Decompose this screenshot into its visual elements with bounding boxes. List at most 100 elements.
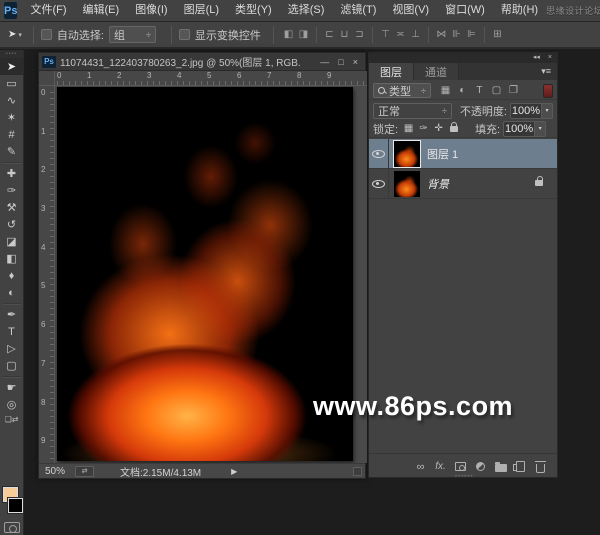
zoom-level-field[interactable]: 50%: [45, 466, 75, 477]
tool-gradient[interactable]: ◧: [0, 250, 23, 267]
layer-row[interactable]: 背景: [369, 169, 557, 199]
layer-thumbnail[interactable]: [394, 141, 420, 167]
tab-channels[interactable]: 通道: [414, 63, 459, 80]
menu-type[interactable]: 类型(Y): [227, 0, 280, 21]
tool-dodge[interactable]: ◐: [0, 284, 23, 301]
opacity-caret-icon[interactable]: ▾: [542, 103, 553, 119]
resize-grip[interactable]: [353, 467, 362, 476]
menu-help[interactable]: 帮助(H): [493, 0, 546, 21]
new-adjustment-layer-icon[interactable]: [472, 459, 489, 475]
tools-panel-grip[interactable]: ••••: [0, 50, 23, 58]
tool-crop[interactable]: #: [0, 126, 23, 143]
menu-window[interactable]: 窗口(W): [437, 0, 493, 21]
layer-name[interactable]: 图层 1: [427, 146, 458, 162]
visibility-cell[interactable]: [369, 169, 389, 198]
menu-edit[interactable]: 编辑(E): [75, 0, 128, 21]
show-transform-checkbox[interactable]: [179, 29, 190, 40]
sep[interactable]: [484, 27, 485, 43]
sep[interactable]: [316, 27, 317, 43]
layer-row[interactable]: 图层 1: [369, 139, 557, 169]
quick-mask-icon[interactable]: [4, 522, 20, 533]
distribute-h-centers-icon[interactable]: ⊪: [449, 29, 464, 40]
tool-history-brush[interactable]: ↺: [0, 216, 23, 233]
filter-type-layers-icon[interactable]: T: [471, 85, 488, 96]
sep[interactable]: [372, 27, 373, 43]
align-right-edges-icon[interactable]: ⊐: [352, 29, 367, 40]
filter-pixel-layers-icon[interactable]: ▦: [437, 85, 454, 96]
filter-shape-layers-icon[interactable]: ▢: [488, 85, 505, 96]
menu-select[interactable]: 选择(S): [280, 0, 333, 21]
tool-marquee[interactable]: ▭: [0, 75, 23, 92]
tool-pen[interactable]: ✒: [0, 306, 23, 323]
tool-preset-caret-icon[interactable]: ▾: [18, 31, 22, 39]
close-icon[interactable]: ×: [353, 57, 358, 67]
tool-blur[interactable]: ♦: [0, 267, 23, 284]
align-top-edges-icon[interactable]: ◧: [281, 29, 296, 40]
lock-position-icon[interactable]: ✛: [431, 123, 446, 134]
new-layer-icon[interactable]: [512, 459, 529, 475]
status-options-icon[interactable]: ⇄: [75, 466, 94, 477]
align-bottom-edges-icon[interactable]: ◨: [296, 29, 311, 40]
layer-style-icon[interactable]: fx.: [432, 459, 449, 475]
layer-name[interactable]: 背景: [427, 176, 449, 192]
visibility-cell[interactable]: [369, 139, 389, 168]
align-h-centers-icon[interactable]: ⊔: [337, 29, 352, 40]
filter-on-off-toggle[interactable]: [543, 84, 553, 98]
tool-magic-wand[interactable]: ✶: [0, 109, 23, 126]
tool-eraser[interactable]: ◪: [0, 233, 23, 250]
distribute-top-icon[interactable]: ⊤: [378, 29, 393, 40]
fill-value[interactable]: 100%: [503, 121, 535, 137]
swap-colors-icon[interactable]: ❏⇄: [0, 413, 23, 425]
menu-image[interactable]: 图像(I): [127, 0, 175, 21]
align-left-edges-icon[interactable]: ⊏: [322, 29, 337, 40]
sep[interactable]: [428, 27, 429, 43]
lock-all-icon[interactable]: [446, 126, 461, 132]
tool-brush[interactable]: ✑: [0, 182, 23, 199]
close-panel-icon[interactable]: ×: [548, 53, 552, 63]
menu-layer[interactable]: 图层(L): [176, 0, 227, 21]
tool-eyedropper[interactable]: ✎: [0, 143, 23, 160]
auto-select-dropdown[interactable]: 组 ÷: [109, 26, 156, 43]
menu-file[interactable]: 文件(F): [22, 0, 74, 21]
distribute-left-icon[interactable]: ⋈: [434, 29, 449, 40]
filter-kind-dropdown[interactable]: 类型 ÷: [373, 83, 431, 98]
lock-image-pixels-icon[interactable]: ✑: [416, 123, 431, 134]
distribute-v-centers-icon[interactable]: ≍: [393, 29, 408, 40]
delete-layer-icon[interactable]: [532, 459, 549, 475]
status-expand-icon[interactable]: ▶: [231, 467, 237, 476]
tool-shape[interactable]: ▢: [0, 357, 23, 374]
layer-thumbnail[interactable]: [394, 171, 420, 197]
tool-lasso[interactable]: ∿: [0, 92, 23, 109]
blend-mode-dropdown[interactable]: 正常 ÷: [373, 103, 452, 119]
collapse-panels-icon[interactable]: ◂◂: [533, 53, 540, 63]
3d-mode-icon[interactable]: ⊞: [490, 29, 505, 40]
distribute-right-icon[interactable]: ⊫: [464, 29, 479, 40]
canvas[interactable]: [57, 87, 353, 461]
add-layer-mask-icon[interactable]: [452, 459, 469, 475]
distribute-bottom-icon[interactable]: ⊥: [408, 29, 423, 40]
move-tool-icon[interactable]: ➤: [8, 29, 16, 40]
filter-adjustment-layers-icon[interactable]: ◐: [454, 85, 471, 96]
lock-transparent-pixels-icon[interactable]: ▦: [401, 123, 416, 134]
link-layers-icon[interactable]: ∞: [412, 459, 429, 475]
tool-zoom[interactable]: ◎: [0, 396, 23, 413]
panel-menu-icon[interactable]: ▾≡: [541, 63, 557, 80]
filter-smart-objects-icon[interactable]: ❐: [505, 85, 522, 96]
document-title-bar[interactable]: Ps 11074431_122403780263_2.jpg @ 50%(图层 …: [39, 53, 365, 71]
tool-type[interactable]: T: [0, 323, 23, 340]
tool-hand[interactable]: ☛: [0, 379, 23, 396]
menu-view[interactable]: 视图(V): [384, 0, 437, 21]
panel-resize-dots[interactable]: ••••••: [455, 474, 474, 480]
opacity-value[interactable]: 100%: [510, 103, 542, 119]
maximize-icon[interactable]: □: [338, 57, 343, 67]
tab-layers[interactable]: 图层: [369, 63, 414, 80]
tool-move[interactable]: ➤: [0, 58, 23, 75]
background-color-swatch[interactable]: [8, 498, 23, 513]
tool-healing-brush[interactable]: ✚: [0, 165, 23, 182]
auto-select-checkbox[interactable]: [41, 29, 52, 40]
menu-filter[interactable]: 滤镜(T): [332, 0, 384, 21]
tool-path-selection[interactable]: ▷: [0, 340, 23, 357]
minimize-icon[interactable]: —: [320, 57, 329, 67]
tool-clone-stamp[interactable]: ⚒: [0, 199, 23, 216]
fill-caret-icon[interactable]: ▾: [535, 121, 546, 137]
